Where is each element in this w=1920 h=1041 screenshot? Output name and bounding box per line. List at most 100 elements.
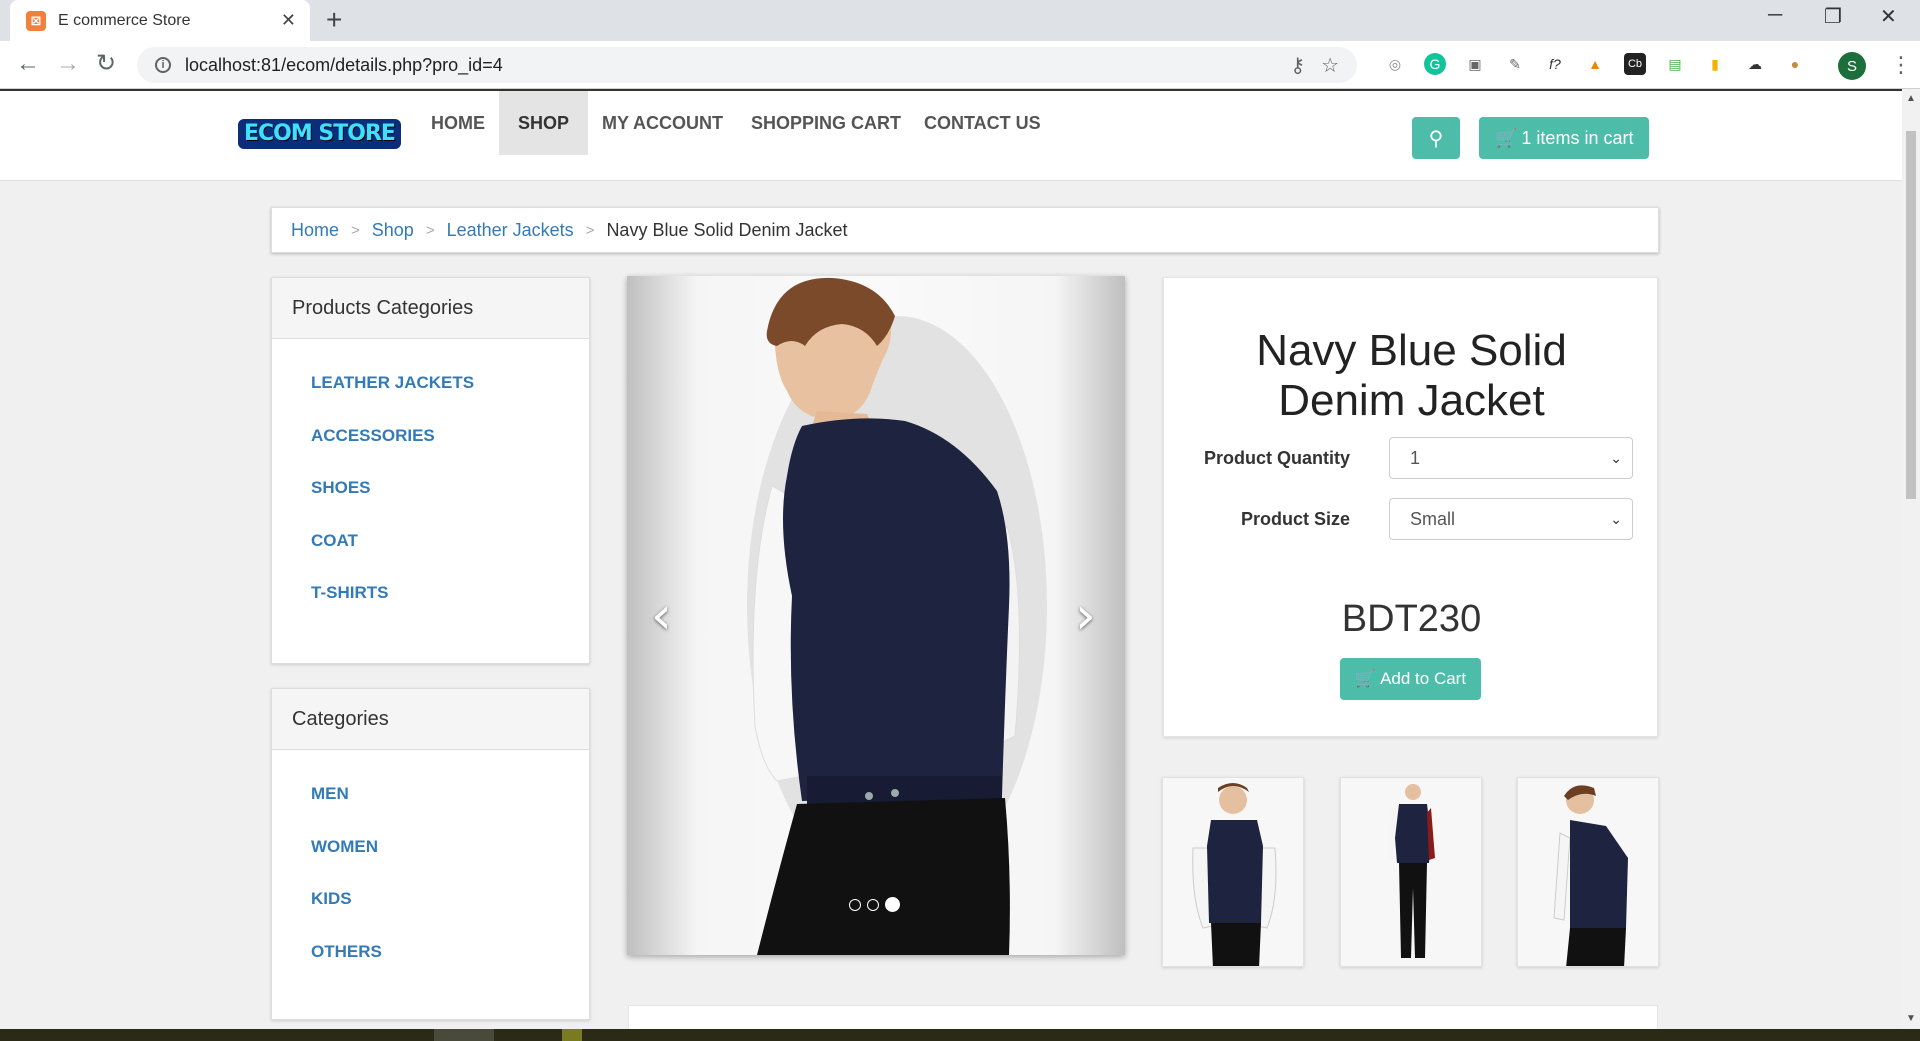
cart-count-label: 1 items in cart	[1521, 127, 1634, 148]
product-description-box	[628, 1005, 1658, 1029]
panel-title: Products Categories	[272, 278, 589, 339]
bookmark-star-icon[interactable]: ☆	[1321, 53, 1339, 78]
lock-icon[interactable]: ▮	[1704, 53, 1726, 75]
extension-icon[interactable]: ◎	[1384, 53, 1406, 75]
product-info-box: Navy Blue Solid Denim Jacket Product Qua…	[1163, 277, 1658, 737]
thumbnail-image	[1553, 785, 1628, 966]
product-title-line-2: Denim Jacket	[1278, 376, 1545, 425]
back-icon[interactable]: ←	[16, 51, 40, 77]
add-to-cart-label: Add to Cart	[1380, 669, 1467, 688]
browser-tab[interactable]: ⊠ E commerce Store ✕	[10, 0, 310, 41]
product-categories-panel: Products Categories LEATHER JACKETS ACCE…	[271, 277, 590, 664]
minimize-icon[interactable]: ─	[1768, 4, 1782, 27]
cb-icon[interactable]: Cb	[1624, 53, 1646, 75]
category-link-coat[interactable]: COAT	[311, 515, 589, 568]
product-thumbnail-3[interactable]	[1517, 777, 1659, 967]
carousel-dot-3[interactable]	[885, 897, 900, 912]
scroll-down-icon[interactable]: ▼	[1906, 1013, 1916, 1024]
product-thumbnail-1[interactable]	[1162, 777, 1304, 967]
reload-icon[interactable]: ↻	[96, 51, 116, 77]
category-link-women[interactable]: WOMEN	[311, 821, 589, 874]
window-close-icon[interactable]: ✕	[1880, 4, 1897, 29]
categories-panel: Categories MEN WOMEN KIDS OTHERS	[271, 688, 590, 1020]
quantity-label: Product Quantity	[1203, 448, 1350, 468]
address-bar[interactable]: i localhost:81/ecom/details.php?pro_id=4…	[137, 47, 1357, 83]
product-thumbnail-2[interactable]	[1340, 777, 1482, 967]
breadcrumb-separator: >	[425, 221, 435, 239]
key-icon[interactable]: ⚷	[1290, 53, 1305, 78]
panel-title: Categories	[272, 689, 589, 750]
scroll-thumb[interactable]	[1906, 131, 1916, 499]
category-link-leather-jackets[interactable]: LEATHER JACKETS	[311, 357, 589, 410]
product-image	[747, 277, 1047, 955]
nav-my-account[interactable]: MY ACCOUNT	[583, 91, 742, 155]
site-logo[interactable]: ECOM STORE	[238, 119, 401, 149]
tab-title: E commerce Store	[58, 11, 191, 29]
forward-icon[interactable]: →	[56, 51, 80, 77]
product-title-line-1: Navy Blue Solid	[1256, 326, 1567, 375]
category-link-kids[interactable]: KIDS	[311, 873, 589, 926]
nav-shop[interactable]: SHOP	[499, 91, 589, 155]
os-taskbar	[0, 1029, 1920, 1041]
search-icon: ⚲	[1428, 127, 1444, 150]
profile-avatar[interactable]: S	[1838, 52, 1866, 80]
cart-button[interactable]: 🛒 1 items in cart	[1479, 117, 1650, 159]
cloud-download-icon[interactable]: ☁	[1744, 53, 1766, 75]
breadcrumb-shop[interactable]: Shop	[372, 220, 414, 241]
taskbar-item[interactable]	[562, 1029, 582, 1041]
carousel-prev-icon[interactable]: ‹	[651, 586, 672, 646]
category-link-accessories[interactable]: ACCESSORIES	[311, 410, 589, 463]
thumbnail-image	[1387, 784, 1435, 958]
breadcrumb-home[interactable]: Home	[291, 220, 339, 241]
cart-icon: 🛒	[1354, 669, 1377, 688]
close-tab-icon[interactable]: ✕	[281, 10, 296, 31]
page-scrollbar[interactable]: ▲ ▼	[1902, 89, 1920, 1029]
breadcrumb-current: Navy Blue Solid Denim Jacket	[606, 219, 848, 240]
carousel-dot-1[interactable]	[849, 898, 861, 911]
browser-menu-icon[interactable]: ⋮	[1890, 52, 1912, 78]
browser-tab-strip: ⊠ E commerce Store ✕ + ─ ❐ ✕	[0, 0, 1920, 41]
breadcrumb-category[interactable]: Leather Jackets	[447, 220, 574, 241]
nav-shopping-cart[interactable]: SHOPPING CART	[732, 91, 920, 155]
tray-icon[interactable]: ▤	[1664, 53, 1686, 75]
category-link-shoes[interactable]: SHOES	[311, 462, 589, 515]
product-title: Navy Blue Solid Denim Jacket	[1164, 326, 1659, 426]
chevron-down-icon: ⌄	[1610, 510, 1622, 527]
carousel-indicators	[849, 897, 906, 912]
breadcrumb: Home > Shop > Leather Jackets > Navy Blu…	[271, 207, 1659, 253]
cart-icon: 🛒	[1495, 127, 1518, 148]
size-value: Small	[1410, 508, 1456, 529]
browser-toolbar: ← → ↻ i localhost:81/ecom/details.php?pr…	[0, 41, 1920, 89]
product-price: BDT230	[1341, 598, 1482, 640]
category-link-men[interactable]: MEN	[311, 768, 589, 821]
product-carousel[interactable]: ‹ ›	[627, 276, 1125, 955]
grammarly-icon[interactable]: G	[1424, 53, 1446, 75]
carousel-dot-2[interactable]	[867, 898, 879, 911]
page-viewport: ECOM STORE HOME SHOP MY ACCOUNT SHOPPING…	[0, 89, 1902, 1029]
carousel-next-icon[interactable]: ›	[1075, 586, 1096, 646]
restore-icon[interactable]: ❐	[1824, 4, 1842, 29]
category-link-others[interactable]: OTHERS	[311, 926, 589, 979]
phpmyadmin-icon[interactable]: ▲	[1584, 53, 1606, 75]
info-icon[interactable]: i	[155, 57, 171, 73]
taskbar-item[interactable]	[434, 1029, 494, 1041]
cookie-icon[interactable]: ●	[1784, 53, 1806, 75]
nav-home[interactable]: HOME	[412, 91, 504, 155]
xampp-icon: ⊠	[26, 10, 46, 31]
quantity-select[interactable]: 1 ⌄	[1389, 437, 1633, 479]
nav-contact-us[interactable]: CONTACT US	[905, 91, 1060, 155]
add-to-cart-button[interactable]: 🛒 Add to Cart	[1340, 658, 1481, 700]
quantity-value: 1	[1410, 447, 1421, 468]
size-select[interactable]: Small ⌄	[1389, 498, 1633, 540]
new-tab-icon[interactable]: +	[326, 5, 342, 35]
breadcrumb-separator: >	[351, 221, 360, 239]
eyedropper-icon[interactable]: ✎	[1504, 53, 1526, 75]
camera-icon[interactable]: ▣	[1464, 53, 1486, 75]
scroll-up-icon[interactable]: ▲	[1906, 93, 1916, 104]
breadcrumb-separator: >	[585, 221, 595, 239]
url-text[interactable]: localhost:81/ecom/details.php?pro_id=4	[185, 55, 1274, 76]
thumbnail-image	[1192, 783, 1277, 966]
category-link-t-shirts[interactable]: T-SHIRTS	[311, 567, 589, 620]
font-icon[interactable]: f?	[1544, 53, 1566, 75]
search-button[interactable]: ⚲	[1412, 117, 1460, 159]
